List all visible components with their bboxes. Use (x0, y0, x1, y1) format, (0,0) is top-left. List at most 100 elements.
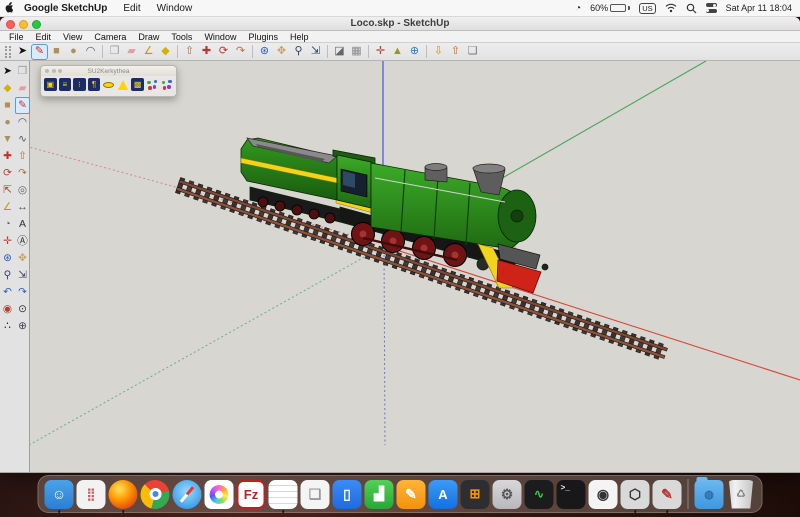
rectangle-icon[interactable]: ■ (0, 97, 15, 114)
apple-menu[interactable] (0, 0, 18, 16)
move-icon[interactable]: ✚ (0, 148, 15, 165)
tape-measure-icon[interactable]: ∠ (140, 44, 157, 60)
photos-dock-icon[interactable] (204, 479, 234, 509)
app-menu-edit[interactable]: Edit (30, 32, 58, 42)
material-editor-icon[interactable]: ▩ (131, 78, 144, 91)
push-pull-icon[interactable]: ⇧ (15, 148, 30, 165)
freehand-icon[interactable]: ∿ (15, 131, 30, 148)
orbit-icon[interactable]: ⊛ (256, 44, 273, 60)
offset-icon[interactable]: ◎ (15, 182, 30, 199)
menu-window[interactable]: Window (149, 3, 201, 14)
rotate-icon[interactable]: ⟳ (0, 165, 15, 182)
activity-dock-icon[interactable]: ∿ (524, 479, 554, 509)
axes-icon[interactable]: ✛ (372, 44, 389, 60)
zoom-icon[interactable]: ⚲ (290, 44, 307, 60)
appstore-dock-icon[interactable]: A (428, 479, 458, 509)
model-viewport[interactable]: SU2Kerkythea ▣ ≡ ⁝ ¶ ▩ (30, 61, 800, 472)
finder-dock-icon[interactable]: ☺ (44, 479, 74, 513)
paint-bucket-icon[interactable]: ◆ (0, 80, 15, 97)
app-menu-camera[interactable]: Camera (88, 32, 132, 42)
look-around-icon[interactable]: ⊙ (15, 301, 30, 318)
color-palette-1-icon[interactable] (146, 78, 159, 91)
position-camera-icon[interactable]: ◉ (0, 301, 15, 318)
color-palette-2-icon[interactable] (161, 78, 174, 91)
scale-icon[interactable]: ⇱ (0, 182, 15, 199)
close-window-button[interactable] (6, 20, 15, 29)
rotate-icon[interactable]: ⟳ (215, 44, 232, 60)
eraser-icon[interactable]: ▰ (15, 80, 30, 97)
export-animation-icon[interactable]: ≡ (58, 78, 72, 91)
screenshot-dock-icon[interactable]: ◉ (588, 479, 618, 509)
line-icon[interactable]: ✎ (15, 97, 30, 114)
rectangle-icon[interactable]: ■ (48, 44, 65, 60)
menu-clock[interactable]: Sat Apr 11 18:04 (726, 3, 792, 13)
window-title-bar[interactable]: Loco.skp - SketchUp (0, 17, 800, 31)
terminal-dock-icon[interactable]: >_ (556, 479, 586, 509)
paint-bucket-icon[interactable]: ◆ (157, 44, 174, 60)
zoom-extents-icon[interactable]: ⇲ (307, 44, 324, 60)
calculator-dock-icon[interactable]: ⊞ (460, 479, 490, 509)
layout-dock-icon[interactable]: ✎ (652, 479, 682, 513)
circle-icon[interactable]: ● (0, 114, 15, 131)
next-view-icon[interactable]: ↷ (15, 284, 30, 301)
trash-dock-icon[interactable]: ♺ (727, 479, 756, 509)
control-center-icon[interactable] (705, 3, 717, 13)
protractor-icon[interactable]: ◔ (0, 216, 15, 233)
zoom-extents-icon[interactable]: ⇲ (15, 267, 30, 284)
filezilla-dock-icon[interactable]: Fz (236, 479, 266, 509)
sketchup-dock-icon[interactable]: ⬡ (620, 479, 650, 513)
input-source-indicator[interactable]: US (639, 2, 656, 14)
menu-edit[interactable]: Edit (115, 3, 148, 14)
model-box-button-icon[interactable]: ❏ (464, 44, 481, 60)
dimension-icon[interactable]: ↔ (15, 199, 30, 216)
pages-dock-icon[interactable]: ✎ (396, 479, 426, 509)
tape-measure-icon[interactable]: ∠ (0, 199, 15, 216)
minimize-window-button[interactable] (19, 20, 28, 29)
settings-dock-icon[interactable]: ⚙ (492, 479, 522, 509)
arc-icon[interactable]: ◠ (15, 114, 30, 131)
pan-icon[interactable]: ✥ (273, 44, 290, 60)
select-icon[interactable]: ➤ (0, 63, 15, 80)
walk-icon[interactable]: ∴ (0, 318, 15, 335)
make-component-icon[interactable]: ❐ (106, 44, 123, 60)
keynote-dock-icon[interactable]: ▯ (332, 479, 362, 509)
follow-me-icon[interactable]: ↷ (232, 44, 249, 60)
pan-icon[interactable]: ✥ (15, 250, 30, 267)
arc-icon[interactable]: ◠ (82, 44, 99, 60)
battery-indicator[interactable]: 60% (590, 3, 631, 13)
text-icon[interactable]: A (15, 216, 30, 233)
document-dock-icon[interactable]: ❏ (300, 479, 330, 509)
circle-icon[interactable]: ● (65, 44, 82, 60)
zoom-window-button[interactable] (32, 20, 41, 29)
eraser-icon[interactable]: ▰ (123, 44, 140, 60)
get-models-button-icon[interactable]: ⇩ (430, 44, 447, 60)
make-component-icon[interactable]: ❐ (15, 63, 30, 80)
polygon-icon[interactable]: ▼ (0, 131, 15, 148)
axes-icon[interactable]: ✛ (0, 233, 15, 250)
menu-app-name[interactable]: Google SketchUp (18, 3, 115, 14)
zoom-icon[interactable]: ⚲ (0, 267, 15, 284)
app-menu-file[interactable]: File (3, 32, 30, 42)
numbers-dock-icon[interactable]: ▟ (364, 479, 394, 509)
toolbar-grip[interactable] (5, 45, 11, 58)
move-icon[interactable]: ✚ (198, 44, 215, 60)
su2-window-controls[interactable] (45, 69, 62, 73)
app-menu-view[interactable]: View (57, 32, 88, 42)
google-earth-button-icon[interactable]: ⊕ (406, 44, 423, 60)
sphere-light-icon[interactable] (102, 78, 115, 91)
spot-light-icon[interactable]: ¶ (87, 78, 101, 91)
camera-target-icon[interactable]: ⊕ (15, 318, 30, 335)
safari-dock-icon[interactable] (172, 479, 202, 509)
wifi-icon[interactable] (665, 3, 677, 13)
app-menu-plugins[interactable]: Plugins (242, 32, 284, 42)
section-display-icon[interactable]: ▦ (348, 44, 365, 60)
share-model-button-icon[interactable]: ⇧ (447, 44, 464, 60)
3d-text-icon[interactable]: Ⓐ (15, 233, 30, 250)
chrome-dock-icon[interactable] (140, 479, 170, 509)
select-icon[interactable]: ➤ (14, 44, 31, 60)
app-menu-window[interactable]: Window (198, 32, 242, 42)
previous-view-icon[interactable]: ↶ (0, 284, 15, 301)
point-lights-icon[interactable]: ⁝ (73, 78, 86, 91)
export-model-icon[interactable]: ▣ (44, 78, 57, 91)
follow-me-icon[interactable]: ↷ (15, 165, 30, 182)
